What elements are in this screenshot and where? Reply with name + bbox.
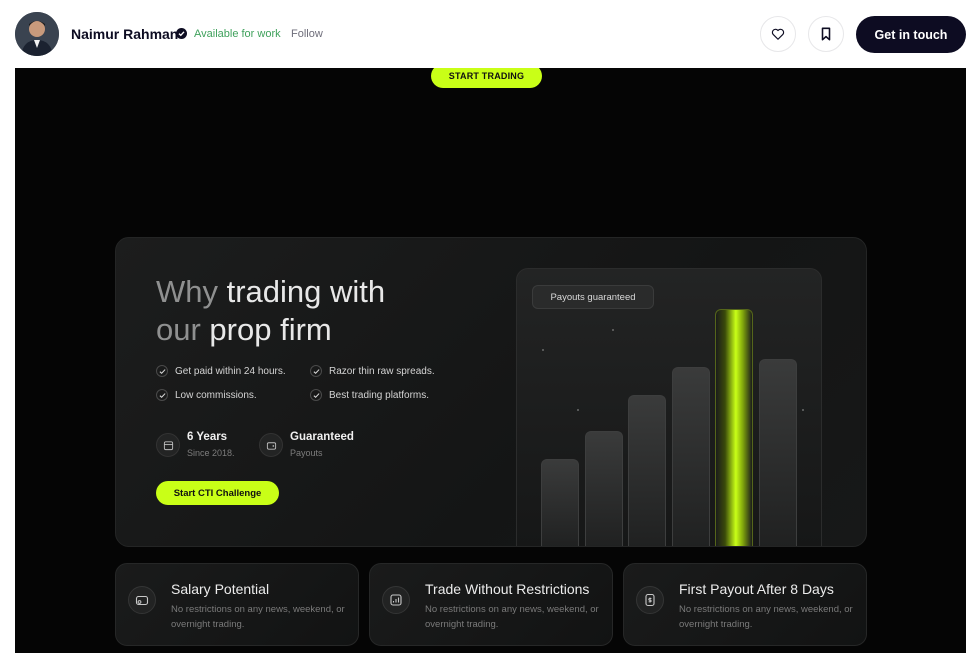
- chart-bar: [585, 431, 623, 546]
- stat-value: 6 Years: [187, 431, 228, 443]
- feature-label: Get paid within 24 hours.: [175, 365, 286, 377]
- feature-card: Salary Potential No restrictions on any …: [115, 563, 359, 646]
- start-challenge-button[interactable]: Start CTI Challenge: [156, 481, 279, 505]
- chart-bar: [672, 367, 710, 546]
- availability-status: Available for work: [194, 28, 281, 40]
- stat-subtitle: Since 2018.: [187, 448, 235, 458]
- feature-label: Razor thin raw spreads.: [329, 365, 435, 377]
- shot-header: Naimur Rahman Available for work Follow …: [0, 0, 974, 68]
- stat-value: Guaranteed: [290, 431, 354, 443]
- card-description: No restrictions on any news, weekend, or…: [425, 604, 599, 630]
- star-dot: [612, 329, 614, 331]
- author-name[interactable]: Naimur Rahman: [71, 26, 178, 42]
- start-trading-button[interactable]: START TRADING: [431, 68, 542, 88]
- feature-label: Best trading platforms.: [329, 389, 430, 401]
- wallet-icon: [259, 433, 283, 457]
- feature-item: Best trading platforms.: [310, 389, 429, 401]
- feature-item: Razor thin raw spreads.: [310, 365, 435, 377]
- card-description: No restrictions on any news, weekend, or…: [171, 604, 345, 630]
- check-icon: [310, 365, 322, 377]
- card-title: Trade Without Restrictions: [425, 581, 590, 597]
- chart-bar: [628, 395, 666, 546]
- get-in-touch-button[interactable]: Get in touch: [856, 16, 966, 53]
- card-title: Salary Potential: [171, 581, 270, 597]
- check-icon: [156, 389, 168, 401]
- bookmark-icon: [821, 27, 831, 41]
- like-button[interactable]: [760, 16, 796, 52]
- hero-title-dim-2: our: [156, 312, 201, 347]
- hero-title: Why trading with our prop firm: [156, 273, 456, 349]
- feature-item: Get paid within 24 hours.: [156, 365, 286, 377]
- hero-title-rest-2: prop firm: [200, 312, 332, 347]
- heart-icon: [771, 28, 785, 40]
- star-dot: [542, 349, 544, 351]
- shot-image: START TRADING Why trading with our prop …: [15, 68, 966, 653]
- card-description: No restrictions on any news, weekend, or…: [679, 604, 853, 630]
- payout-chart-illustration: Payouts guaranteed: [516, 268, 822, 546]
- chart-bar-highlight: [715, 309, 753, 546]
- feature-item: Low commissions.: [156, 389, 257, 401]
- chart-bar: [541, 459, 579, 546]
- feature-card: First Payout After 8 Days No restriction…: [623, 563, 867, 646]
- star-dot: [802, 409, 804, 411]
- calendar-icon: [156, 433, 180, 457]
- card-title: First Payout After 8 Days: [679, 581, 834, 597]
- chart-bar: [759, 359, 797, 546]
- stat-subtitle: Payouts: [290, 448, 323, 458]
- hero-title-dim-1: Why: [156, 274, 218, 309]
- hero-panel: Why trading with our prop firm Get paid …: [115, 237, 867, 547]
- feature-label: Low commissions.: [175, 389, 257, 401]
- chart-badge: Payouts guaranteed: [532, 285, 654, 309]
- avatar[interactable]: [15, 12, 59, 56]
- dollar-icon: [636, 586, 664, 614]
- check-icon: [156, 365, 168, 377]
- feature-card: Trade Without Restrictions No restrictio…: [369, 563, 613, 646]
- save-button[interactable]: [808, 16, 844, 52]
- follow-link[interactable]: Follow: [291, 28, 323, 40]
- wallet-icon: [128, 586, 156, 614]
- verified-badge-icon: [176, 28, 187, 39]
- star-dot: [577, 409, 579, 411]
- check-icon: [310, 389, 322, 401]
- chart-icon: [382, 586, 410, 614]
- hero-title-rest-1: trading with: [218, 274, 386, 309]
